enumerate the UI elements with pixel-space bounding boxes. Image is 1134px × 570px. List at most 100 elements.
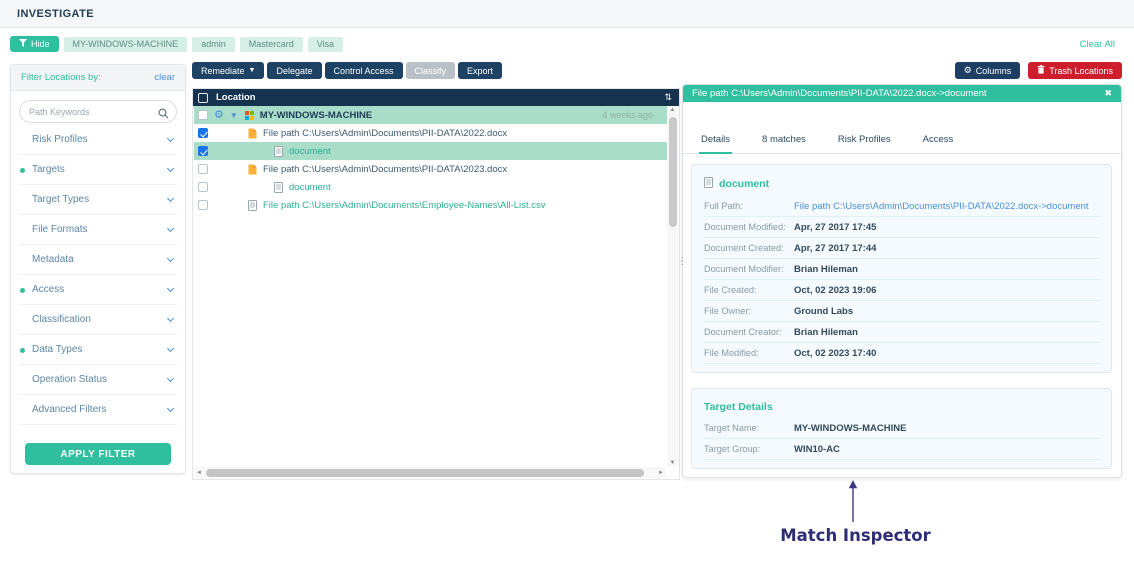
document-icon — [248, 200, 257, 211]
location-link[interactable]: document — [289, 146, 331, 157]
active-filter-dot — [20, 198, 25, 203]
details-rows: Full Path:File path C:\Users\Admin\Docum… — [704, 196, 1099, 364]
filter-chip-my-windows-machine[interactable]: MY-WINDOWS-MACHINE — [64, 37, 188, 52]
scroll-right-icon[interactable]: ► — [656, 470, 666, 476]
row-checkbox[interactable] — [198, 146, 208, 156]
trash-icon — [1037, 65, 1045, 76]
sidebar-item-label: Targets — [32, 164, 168, 175]
sidebar-item-file-formats[interactable]: File Formats — [19, 215, 177, 245]
chevron-down-icon — [167, 195, 174, 202]
sidebar-item-label: Operation Status — [32, 374, 168, 385]
sidebar-item-risk-profiles[interactable]: Risk Profiles — [19, 125, 177, 155]
control-access-button[interactable]: Control Access — [325, 62, 403, 79]
trash-locations-button[interactable]: Trash Locations — [1028, 62, 1122, 79]
table-row[interactable]: ⚙▼MY-WINDOWS-MACHINE4 weeks ago — [194, 106, 667, 124]
sidebar-item-advanced-filters[interactable]: Advanced Filters — [19, 395, 177, 425]
vertical-scrollbar[interactable]: ▲ ▼ — [667, 106, 678, 467]
search-input[interactable] — [19, 100, 177, 123]
tab-8-matches[interactable]: 8 matches — [760, 134, 808, 153]
chevron-down-icon — [167, 315, 174, 322]
sidebar-item-data-types[interactable]: Data Types — [19, 335, 177, 365]
active-filter-dot — [20, 168, 25, 173]
match-inspector-annotation: Match Inspector — [753, 526, 958, 545]
active-filter-dot — [20, 228, 25, 233]
location-link[interactable]: document — [289, 182, 331, 193]
detail-row: Full Path:File path C:\Users\Admin\Docum… — [704, 196, 1099, 217]
export-button[interactable]: Export — [458, 62, 502, 79]
detail-value: MY-WINDOWS-MACHINE — [794, 423, 906, 434]
table-row[interactable]: File path C:\Users\Admin\Documents\PII-D… — [194, 124, 667, 142]
row-checkbox[interactable] — [198, 164, 208, 174]
gear-icon[interactable]: ⚙ — [214, 110, 224, 121]
collapse-caret-icon[interactable]: ▼ — [230, 111, 238, 120]
search-icon — [158, 106, 169, 124]
chevron-down-icon — [167, 405, 174, 412]
detail-label: Target Group: — [704, 444, 794, 454]
chevron-down-icon: ▼ — [249, 67, 256, 74]
sidebar-item-operation-status[interactable]: Operation Status — [19, 365, 177, 395]
filter-clear-link[interactable]: clear — [154, 72, 175, 83]
row-checkbox[interactable] — [198, 128, 208, 138]
detail-label: File Created: — [704, 285, 794, 295]
document-icon — [274, 182, 283, 193]
row-checkbox[interactable] — [198, 182, 208, 192]
hide-filters-button[interactable]: Hide — [10, 36, 59, 52]
detail-value-link[interactable]: File path C:\Users\Admin\Documents\PII-D… — [794, 201, 1089, 212]
sort-icon[interactable]: ⇅ — [664, 92, 672, 103]
filter-chip-mastercard[interactable]: Mastercard — [240, 37, 303, 52]
columns-label: Columns — [976, 66, 1012, 76]
scroll-down-icon[interactable]: ▼ — [667, 460, 678, 466]
sidebar-item-metadata[interactable]: Metadata — [19, 245, 177, 275]
page-title: INVESTIGATE — [17, 8, 94, 20]
close-icon[interactable]: ✖ — [1104, 88, 1112, 99]
scroll-left-icon[interactable]: ◄ — [194, 470, 204, 476]
delegate-button[interactable]: Delegate — [267, 62, 321, 79]
file-docx-icon — [248, 164, 257, 175]
target-rows: Target Name:MY-WINDOWS-MACHINETarget Gro… — [704, 418, 1099, 460]
filter-chip-admin[interactable]: admin — [192, 37, 235, 52]
match-inspector-header: File path C:\Users\Admin\Documents\PII-D… — [683, 85, 1121, 102]
location-link[interactable]: File path C:\Users\Admin\Documents\PII-D… — [263, 164, 507, 175]
target-name-link[interactable]: MY-WINDOWS-MACHINE — [260, 110, 372, 121]
row-checkbox[interactable] — [198, 200, 208, 210]
sidebar-item-access[interactable]: Access — [19, 275, 177, 305]
table-row[interactable]: document — [194, 142, 667, 160]
chevron-down-icon — [167, 165, 174, 172]
remediate-button[interactable]: Remediate ▼ — [192, 62, 264, 79]
scroll-up-icon[interactable]: ▲ — [667, 107, 678, 113]
vertical-scrollbar-thumb[interactable] — [669, 117, 677, 227]
horizontal-scrollbar[interactable]: ◄ ► — [194, 467, 666, 478]
location-link[interactable]: File path C:\Users\Admin\Documents\PII-D… — [263, 128, 507, 139]
chevron-down-icon — [167, 255, 174, 262]
table-row[interactable]: File path C:\Users\Admin\Documents\PII-D… — [194, 160, 667, 178]
sidebar-item-label: Risk Profiles — [32, 134, 168, 145]
actions-toolbar: Remediate ▼ Delegate Control Access Clas… — [192, 62, 1122, 79]
detail-label: File Modified: — [704, 348, 794, 358]
tab-access[interactable]: Access — [921, 134, 956, 153]
clear-all-link[interactable]: Clear All — [1080, 39, 1115, 50]
active-filters-bar: Hide MY-WINDOWS-MACHINE admin Mastercard Vi… — [10, 36, 1124, 52]
sidebar-item-targets[interactable]: Targets — [19, 155, 177, 185]
columns-button[interactable]: ⚙ Columns — [955, 62, 1021, 79]
classify-button: Classify — [406, 62, 456, 79]
filter-chip-visa[interactable]: Visa — [308, 37, 343, 52]
sidebar-item-target-types[interactable]: Target Types — [19, 185, 177, 215]
row-checkbox[interactable] — [198, 110, 208, 120]
panel-resize-handle[interactable]: ⋮ — [677, 257, 687, 267]
horizontal-scrollbar-thumb[interactable] — [206, 469, 644, 477]
tab-risk-profiles[interactable]: Risk Profiles — [836, 134, 893, 153]
table-row[interactable]: document — [194, 178, 667, 196]
sidebar-item-label: Classification — [32, 314, 168, 325]
file-docx-icon — [248, 128, 257, 139]
target-details-card: Target Details Target Name:MY-WINDOWS-MA… — [691, 388, 1112, 469]
table-row[interactable]: File path C:\Users\Admin\Documents\Emplo… — [194, 196, 667, 214]
location-link[interactable]: File path C:\Users\Admin\Documents\Emplo… — [263, 200, 545, 211]
remediate-label: Remediate — [201, 66, 245, 76]
sidebar-item-classification[interactable]: Classification — [19, 305, 177, 335]
active-filter-dot — [20, 318, 25, 323]
apply-filter-button[interactable]: APPLY FILTER — [25, 443, 171, 465]
match-inspector-title: File path C:\Users\Admin\Documents\PII-D… — [692, 88, 1104, 99]
tab-details[interactable]: Details — [699, 134, 732, 154]
inspector-tabs: Details 8 matches Risk Profiles Access — [683, 134, 1121, 154]
select-all-checkbox[interactable] — [198, 93, 208, 103]
